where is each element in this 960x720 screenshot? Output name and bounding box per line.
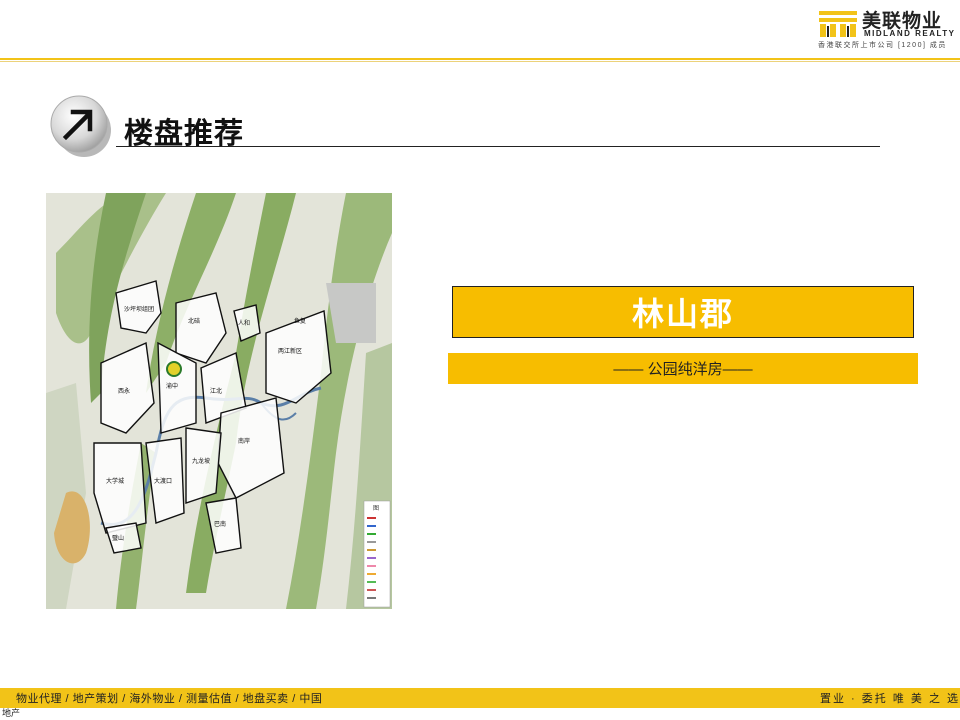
- property-name: 林山郡: [631, 295, 734, 333]
- svg-text:大学城: 大学城: [106, 477, 124, 485]
- header-divider: [0, 58, 960, 60]
- svg-text:璧山: 璧山: [112, 534, 124, 542]
- property-tagline: —— 公园纯洋房——: [613, 361, 753, 378]
- svg-text:巴南: 巴南: [214, 520, 226, 528]
- corner-label: 地产: [2, 708, 21, 718]
- midland-logo-mark-icon: [819, 11, 857, 37]
- svg-text:渝中: 渝中: [166, 382, 178, 390]
- footer-slogan: 置业 · 委托 唯 美 之 选: [820, 693, 960, 705]
- arrow-up-right-icon: [50, 95, 111, 157]
- svg-text:江北: 江北: [210, 387, 222, 395]
- svg-text:两江新区: 两江新区: [278, 347, 302, 355]
- district-map: 沙坪坝组团 北碚 两江新区 西永 渝中 江北 南岸 九龙坡 大渡口 大学城 璧山…: [46, 193, 392, 609]
- svg-text:西永: 西永: [118, 387, 130, 395]
- logo-english-name: MIDLAND REALTY: [864, 29, 956, 38]
- svg-text:大渡口: 大渡口: [154, 477, 172, 485]
- svg-text:沙坪坝组团: 沙坪坝组团: [124, 305, 154, 313]
- map-legend-title: 图: [373, 505, 379, 512]
- svg-text:北碚: 北碚: [188, 317, 200, 325]
- svg-text:鱼复: 鱼复: [294, 317, 306, 325]
- property-tagline-banner: —— 公园纯洋房——: [448, 353, 918, 384]
- svg-text:南岸: 南岸: [238, 437, 250, 445]
- property-name-banner: 林山郡: [452, 286, 914, 338]
- header-divider-thin: [0, 61, 960, 62]
- logo-subtitle: 香港联交所上市公司 [1200] 成员: [818, 42, 947, 49]
- title-underline: [116, 146, 880, 147]
- midland-logo: 美联物业 MIDLAND REALTY 香港联交所上市公司 [1200] 成员: [818, 8, 958, 52]
- svg-text:人和: 人和: [238, 319, 250, 327]
- footer-service-list: 物业代理 / 地产策划 / 海外物业 / 测量估值 / 地盘买卖 / 中国: [16, 693, 323, 705]
- svg-text:九龙坡: 九龙坡: [192, 457, 210, 465]
